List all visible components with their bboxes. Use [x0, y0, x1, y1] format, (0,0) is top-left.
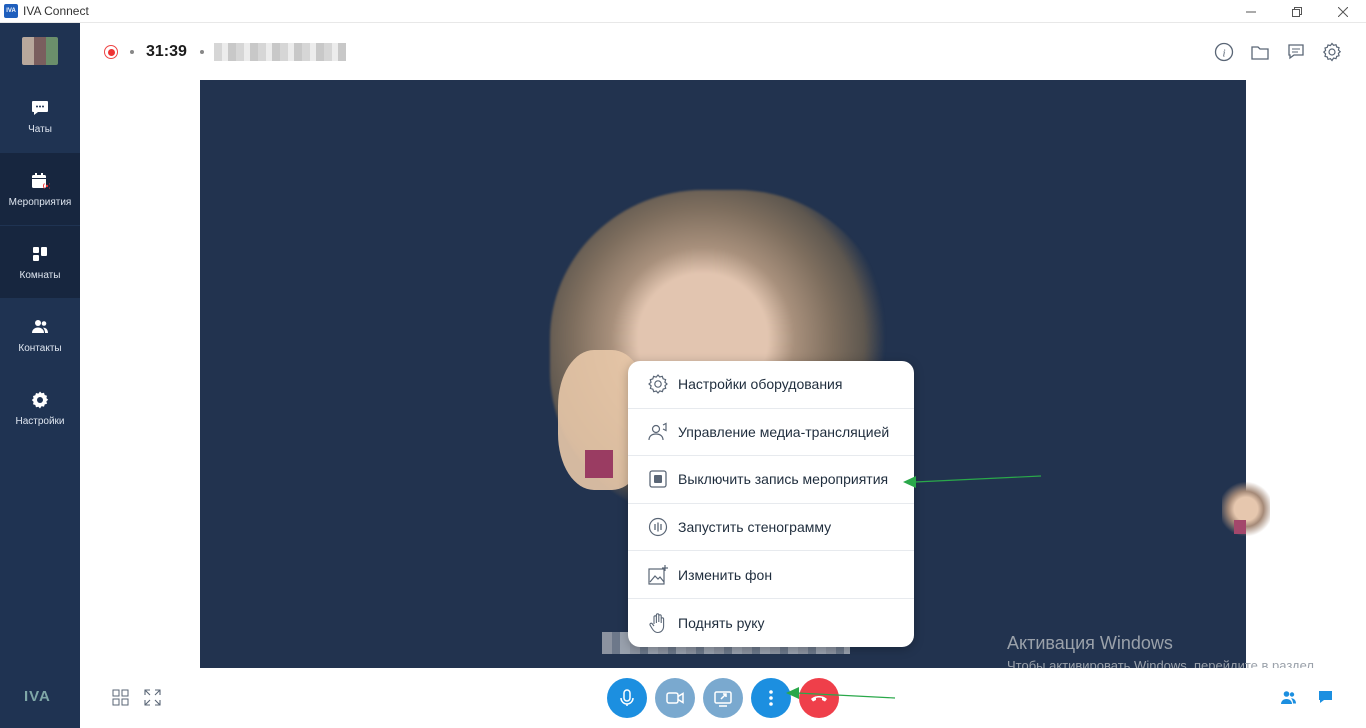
screen-share-icon: [714, 691, 732, 707]
menu-item-label: Выключить запись мероприятия: [678, 471, 889, 488]
more-vertical-icon: [769, 690, 773, 706]
menu-item-raise-hand[interactable]: Поднять руку: [628, 599, 914, 647]
separator-dot: [130, 50, 134, 54]
menu-item-start-transcript[interactable]: Запустить стенограмму: [628, 504, 914, 552]
recording-indicator-icon: [104, 45, 118, 59]
stop-recording-icon: [649, 470, 667, 489]
sidebar-item-label: Настройки: [15, 415, 65, 427]
windows-activation-title: Активация Windows: [1007, 633, 1173, 653]
menu-item-label: Поднять руку: [678, 614, 765, 631]
close-icon: [1338, 6, 1348, 17]
participants-icon: [1280, 690, 1296, 704]
menu-item-label: Изменить фон: [678, 566, 773, 583]
call-timer: 31:39: [146, 43, 187, 60]
avatar[interactable]: [22, 37, 58, 65]
participant-thumbnail[interactable]: [1222, 478, 1270, 540]
settings-button[interactable]: [1321, 41, 1343, 63]
media-broadcast-icon: [648, 422, 667, 440]
camera-icon: [666, 692, 684, 704]
call-controls-bar: [80, 668, 1366, 728]
gear-icon: [31, 391, 49, 408]
app-title: IVA Connect: [23, 4, 89, 18]
menu-item-label: Настройки оборудования: [678, 376, 843, 393]
sidebar-item-settings[interactable]: Настройки: [0, 372, 80, 444]
grid-icon: [112, 689, 128, 705]
chat-icon: [32, 100, 48, 115]
hang-up-icon: [811, 696, 827, 702]
expand-icon: [143, 688, 161, 706]
conference-header: 31:39 i: [80, 23, 1366, 80]
chat-panel-button[interactable]: [1285, 41, 1307, 63]
brand-logo: IVA: [24, 688, 51, 705]
fullscreen-button[interactable]: [143, 688, 161, 706]
more-options-button[interactable]: [751, 678, 791, 718]
sidebar-item-rooms[interactable]: Комнаты: [0, 226, 80, 298]
microphone-button[interactable]: [607, 678, 647, 718]
menu-item-label: Управление медиа-трансляцией: [678, 423, 890, 440]
menu-item-stop-recording[interactable]: Выключить запись мероприятия: [628, 456, 914, 504]
menu-item-change-background[interactable]: Изменить фон: [628, 551, 914, 599]
files-button[interactable]: [1249, 41, 1271, 63]
contacts-icon: [32, 319, 48, 333]
participant-video-blurred: [585, 450, 613, 478]
raise-hand-icon: [649, 613, 665, 633]
screen-share-button[interactable]: [703, 678, 743, 718]
hardware-settings-icon: [648, 374, 668, 395]
sidebar-item-events[interactable]: Мероприятия: [0, 153, 80, 225]
chat-toggle-button[interactable]: [1316, 688, 1334, 706]
sidebar: Чаты Мероприятия Комнаты Контакты Настро…: [0, 23, 80, 728]
sidebar-item-chats[interactable]: Чаты: [0, 80, 80, 152]
meeting-name-blurred: [214, 43, 346, 61]
rooms-icon: [33, 246, 47, 261]
menu-item-media-broadcast[interactable]: Управление медиа-трансляцией: [628, 409, 914, 457]
restore-icon: [1292, 6, 1302, 17]
background-icon: [648, 564, 668, 585]
chat-icon: [1318, 690, 1332, 703]
minimize-button[interactable]: [1228, 0, 1274, 23]
participants-button[interactable]: [1279, 688, 1297, 706]
svg-text:i: i: [1222, 48, 1225, 60]
sidebar-item-label: Контакты: [18, 342, 62, 354]
minimize-icon: [1246, 11, 1256, 12]
transcript-icon: [648, 517, 668, 537]
info-icon: i: [1214, 42, 1234, 62]
title-bar: IVA IVA Connect: [0, 0, 1366, 23]
restore-button[interactable]: [1274, 0, 1320, 23]
end-call-button[interactable]: [799, 678, 839, 718]
gear-icon: [1322, 42, 1342, 62]
layout-grid-button[interactable]: [111, 688, 129, 706]
more-options-menu: Настройки оборудования Управление медиа-…: [628, 361, 914, 647]
microphone-icon: [620, 689, 634, 706]
camera-button[interactable]: [655, 678, 695, 718]
menu-item-hardware-settings[interactable]: Настройки оборудования: [628, 361, 914, 409]
sidebar-item-label: Чаты: [28, 123, 52, 135]
info-button[interactable]: i: [1213, 41, 1235, 63]
menu-item-label: Запустить стенограмму: [678, 519, 832, 536]
sidebar-item-contacts[interactable]: Контакты: [0, 299, 80, 371]
app-logo: IVA: [4, 4, 18, 18]
separator-dot: [200, 50, 204, 54]
sidebar-item-label: Мероприятия: [8, 196, 72, 208]
sidebar-item-label: Комнаты: [19, 269, 61, 281]
close-button[interactable]: [1320, 0, 1366, 23]
folder-icon: [1251, 46, 1269, 60]
calendar-broadcast-icon: [32, 172, 50, 189]
message-icon: [1288, 44, 1304, 60]
